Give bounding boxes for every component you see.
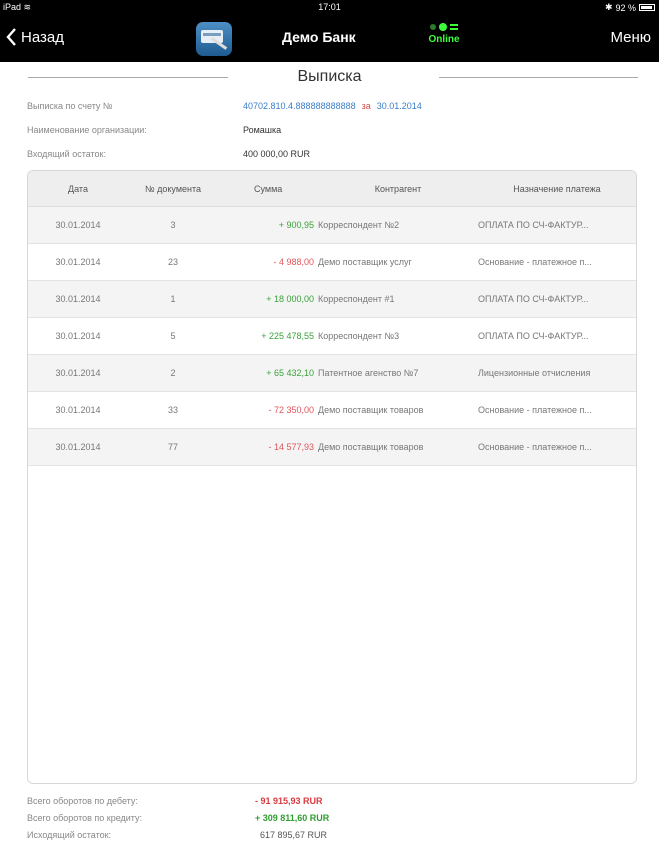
page-header: Выписка [0, 62, 659, 92]
org-value: Ромашка [243, 125, 282, 135]
table-row[interactable]: 30.01.2014 33 - 72 350,00 Демо поставщик то… [28, 392, 636, 429]
row-counterparty: Корреспондент №3 [318, 331, 400, 341]
table-header: Дата № документа Сумма Контрагент Назнач… [28, 171, 636, 207]
credit-total-label: Всего оборотов по кредиту: [27, 813, 143, 823]
clock: 17:01 [318, 2, 341, 12]
org-label: Наименование организации: [27, 125, 147, 135]
row-doc-number: 33 [167, 405, 178, 415]
row-amount: - 72 350,00 [268, 405, 314, 415]
debit-total-value: - 91 915,93 RUR [255, 796, 323, 806]
row-purpose: Лицензионные отчисления [478, 368, 591, 378]
row-doc-number: 5 [170, 331, 176, 341]
row-date: 30.01.2014 [55, 257, 101, 267]
table-row[interactable]: 30.01.2014 1 + 18 000,00 Корреспондент #1 ОП… [28, 281, 636, 318]
row-date: 30.01.2014 [55, 331, 101, 341]
bluetooth-icon: ✱ [604, 2, 613, 12]
back-button[interactable]: Назад [6, 28, 64, 46]
row-doc-number: 23 [167, 257, 178, 267]
row-amount: - 14 577,93 [268, 442, 314, 452]
table-body: 30.01.2014 3 + 900,95 Корреспондент №2 ОПЛАТ… [28, 207, 636, 466]
row-doc-number: 2 [170, 368, 176, 378]
closing-balance-label: Исходящий остаток: [27, 830, 112, 840]
row-amount: + 225 478,55 [261, 331, 314, 341]
table-row[interactable]: 30.01.2014 77 - 14 577,93 Демо поставщик то… [28, 429, 636, 466]
header-doc[interactable]: № документа [128, 184, 218, 194]
row-doc-number: 3 [170, 220, 176, 230]
table-row[interactable]: 30.01.2014 5 + 225 478,55 Корреспондент №3 О… [28, 318, 636, 355]
table-row[interactable]: 30.01.2014 23 - 4 988,00 Демо поставщик усл… [28, 244, 636, 281]
header-counterparty[interactable]: Контрагент [318, 184, 478, 194]
nav-title: Демо Банк [282, 29, 356, 45]
row-amount: + 900,95 [278, 220, 314, 230]
table-row[interactable]: 30.01.2014 2 + 65 432,10 Патентное агенство… [28, 355, 636, 392]
row-date: 30.01.2014 [55, 405, 101, 415]
credit-total-value: + 309 811,60 RUR [255, 813, 330, 823]
opening-balance-value: 400 000,00 RUR [243, 149, 311, 159]
row-counterparty: Демо поставщик товаров [318, 442, 424, 452]
chevron-left-icon [6, 28, 16, 46]
account-line: 40702.810.4.888888888888 за 30.01.2014 [243, 101, 422, 111]
online-label: Online [428, 34, 460, 45]
row-doc-number: 1 [170, 294, 176, 304]
account-number: 40702.810.4.888888888888 [243, 101, 356, 111]
opening-balance-label: Входящий остаток: [27, 149, 106, 159]
row-purpose: Основание - платежное п... [478, 257, 592, 267]
row-counterparty: Демо поставщик услуг [318, 257, 412, 267]
header-purpose[interactable]: Назначение платежа [478, 184, 636, 194]
debit-total-label: Всего оборотов по дебету: [27, 796, 138, 806]
connection-icon [421, 22, 467, 32]
status-bar: iPad ≋ 17:01 ✱ 92 % [0, 0, 659, 16]
header-date[interactable]: Дата [28, 184, 128, 194]
row-purpose: ОПЛАТА ПО СЧ-ФАКТУР... [478, 294, 589, 304]
row-date: 30.01.2014 [55, 368, 101, 378]
row-purpose: ОПЛАТА ПО СЧ-ФАКТУР... [478, 220, 589, 230]
row-purpose: ОПЛАТА ПО СЧ-ФАКТУР... [478, 331, 589, 341]
row-counterparty: Патентное агенство №7 [318, 368, 419, 378]
row-amount: - 4 988,00 [273, 257, 314, 267]
row-counterparty: Демо поставщик товаров [318, 405, 424, 415]
row-date: 30.01.2014 [55, 294, 101, 304]
row-counterparty: Корреспондент №2 [318, 220, 400, 230]
battery-icon [639, 4, 655, 11]
account-label: Выписка по счету № [27, 101, 113, 111]
row-counterparty: Корреспондент #1 [318, 294, 395, 304]
header-amount[interactable]: Сумма [218, 184, 318, 194]
table-row[interactable]: 30.01.2014 3 + 900,95 Корреспондент №2 ОПЛАТ… [28, 207, 636, 244]
online-indicator: Online [421, 22, 467, 45]
row-amount: + 18 000,00 [266, 294, 314, 304]
back-label: Назад [21, 28, 64, 46]
account-for: за [361, 101, 371, 111]
navigation-bar: Назад Демо Банк Online Меню [0, 16, 659, 62]
closing-balance-value: 617 895,67 RUR [260, 830, 328, 840]
divider [439, 77, 638, 78]
row-amount: + 65 432,10 [266, 368, 314, 378]
menu-button[interactable]: Меню [610, 29, 651, 46]
row-date: 30.01.2014 [55, 220, 101, 230]
statement-date: 30.01.2014 [376, 101, 422, 111]
row-purpose: Основание - платежное п... [478, 405, 592, 415]
transactions-table: Дата № документа Сумма Контрагент Назнач… [27, 170, 637, 784]
row-doc-number: 77 [167, 442, 178, 452]
row-purpose: Основание - платежное п... [478, 442, 592, 452]
bank-app-icon [196, 22, 232, 56]
row-date: 30.01.2014 [55, 442, 101, 452]
battery-percent: 92 % [615, 2, 636, 13]
